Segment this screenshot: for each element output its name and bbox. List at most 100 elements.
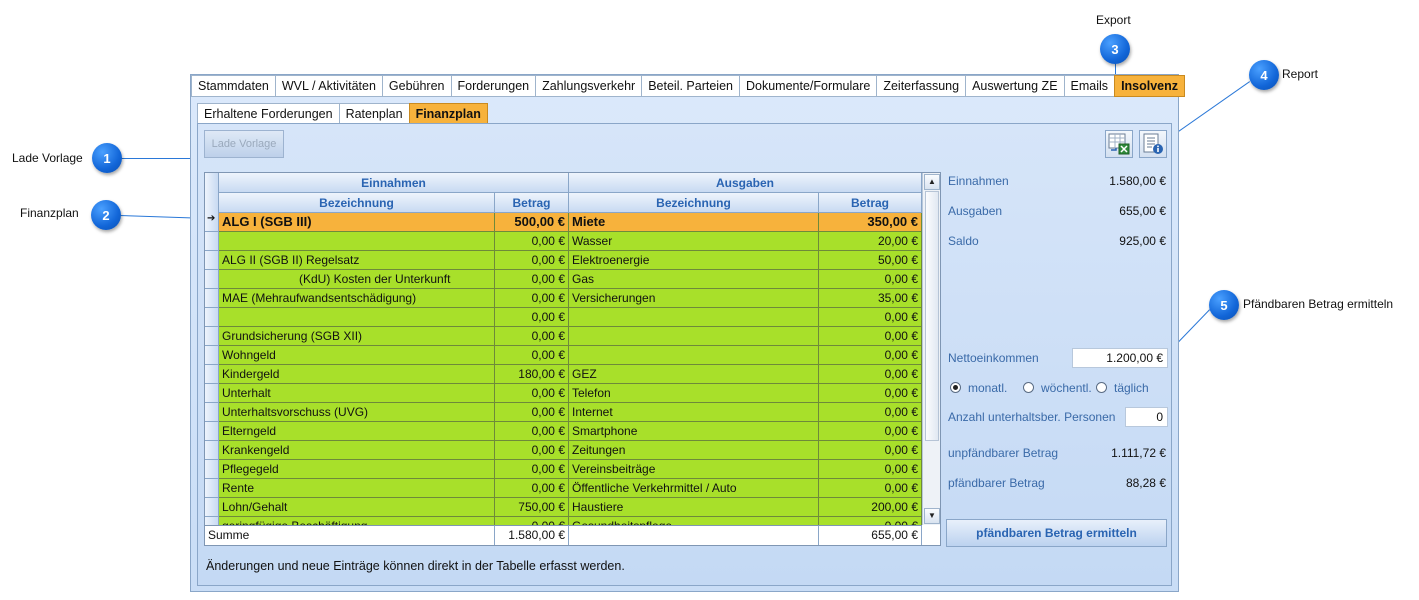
table-row[interactable]: MAE (Mehraufwandsentschädigung) 0,00 € Ver… [205, 289, 922, 308]
ausgaben-betrag-cell[interactable]: 0,00 € [819, 270, 922, 289]
ausgaben-betrag-cell[interactable]: 0,00 € [819, 460, 922, 479]
row-header[interactable] [205, 289, 219, 308]
tab-stammdaten[interactable]: Stammdaten [191, 75, 275, 97]
ausgaben-bezeichnung-cell[interactable] [569, 308, 819, 327]
row-header[interactable] [205, 460, 219, 479]
row-header[interactable] [205, 270, 219, 289]
ausgaben-betrag-cell[interactable]: 0,00 € [819, 346, 922, 365]
table-row[interactable]: Krankengeld 0,00 € Zeitungen 0,00 € [205, 441, 922, 460]
table-row[interactable]: Grundsicherung (SGB XII) 0,00 €0,00 € [205, 327, 922, 346]
tab-gebuehren[interactable]: Gebühren [381, 75, 451, 97]
table-row[interactable]: 0,00 € 0,00 € [205, 308, 922, 327]
row-header[interactable] [205, 232, 219, 251]
ausgaben-betrag-cell[interactable]: 0,00 € [819, 384, 922, 403]
ausgaben-bezeichnung-cell[interactable]: Zeitungen [569, 441, 819, 460]
table-row[interactable]: (KdU) Kosten der Unterkunft 0,00 € Gas 0,00… [205, 270, 922, 289]
ausgaben-bezeichnung-cell[interactable] [569, 327, 819, 346]
table-row[interactable]: Kindergeld 180,00 € GEZ 0,00 € [205, 365, 922, 384]
tab-wvl-aktivitaeten[interactable]: WVL / Aktivitäten [274, 75, 382, 97]
row-header[interactable] [205, 384, 219, 403]
einnahmen-betrag-cell[interactable]: 0,00 € [495, 403, 569, 422]
tab-auswertung-ze[interactable]: Auswertung ZE [965, 75, 1064, 97]
einnahmen-betrag-cell[interactable]: 0,00 € [495, 479, 569, 498]
einnahmen-betrag-cell[interactable]: 0,00 € [495, 460, 569, 479]
einnahmen-betrag-cell[interactable]: 0,00 € [495, 270, 569, 289]
tab-ratenplan[interactable]: Ratenplan [338, 103, 409, 125]
einnahmen-betrag-cell[interactable]: 0,00 € [495, 346, 569, 365]
tab-zeiterfassung[interactable]: Zeiterfassung [876, 75, 966, 97]
finanzplan-grid[interactable]: Einnahmen Ausgaben Bezeichnung Betrag Be… [204, 172, 941, 546]
ausgaben-bezeichnung-cell[interactable]: Miete [569, 213, 819, 232]
col-ausgaben-betrag[interactable]: Betrag [819, 193, 922, 213]
tab-erhaltene-forderungen[interactable]: Erhaltene Forderungen [197, 103, 339, 125]
einnahmen-bezeichnung-cell[interactable] [219, 232, 495, 251]
tab-beteil-parteien[interactable]: Beteil. Parteien [641, 75, 739, 97]
ausgaben-betrag-cell[interactable]: 0,00 € [819, 403, 922, 422]
einnahmen-bezeichnung-cell[interactable]: Wohngeld [219, 346, 495, 365]
row-header[interactable] [205, 498, 219, 517]
ausgaben-bezeichnung-cell[interactable]: Versicherungen [569, 289, 819, 308]
ausgaben-betrag-cell[interactable]: 0,00 € [819, 479, 922, 498]
ausgaben-betrag-cell[interactable]: 0,00 € [819, 422, 922, 441]
einnahmen-bezeichnung-cell[interactable]: Elterngeld [219, 422, 495, 441]
pfaendbaren-betrag-ermitteln-button[interactable]: pfändbaren Betrag ermitteln [946, 519, 1167, 547]
scroll-up-button[interactable]: ▲ [924, 174, 940, 190]
einnahmen-bezeichnung-cell[interactable]: ALG II (SGB II) Regelsatz [219, 251, 495, 270]
tab-emails[interactable]: Emails [1063, 75, 1115, 97]
table-row[interactable]: Rente 0,00 € Öffentliche Verkehrmittel / A… [205, 479, 922, 498]
einnahmen-bezeichnung-cell[interactable]: Kindergeld [219, 365, 495, 384]
table-row[interactable]: Lohn/Gehalt 750,00 € Haustiere 200,00 € [205, 498, 922, 517]
ausgaben-bezeichnung-cell[interactable]: Wasser [569, 232, 819, 251]
table-row[interactable]: Wohngeld 0,00 €0,00 € [205, 346, 922, 365]
radio-taeglich-label[interactable]: täglich [1114, 381, 1149, 395]
einnahmen-bezeichnung-cell[interactable]: ALG I (SGB III) [219, 213, 495, 232]
tab-insolvenz[interactable]: Insolvenz [1114, 75, 1186, 97]
einnahmen-betrag-cell[interactable]: 500,00 € [495, 213, 569, 232]
scroll-down-button[interactable]: ▼ [924, 508, 940, 524]
einnahmen-bezeichnung-cell[interactable]: Unterhaltsvorschuss (UVG) [219, 403, 495, 422]
ausgaben-bezeichnung-cell[interactable]: Vereinsbeiträge [569, 460, 819, 479]
einnahmen-betrag-cell[interactable]: 0,00 € [495, 232, 569, 251]
nettoeinkommen-input[interactable]: 1.200,00 € [1072, 348, 1168, 368]
ausgaben-betrag-cell[interactable]: 0,00 € [819, 308, 922, 327]
ausgaben-betrag-cell[interactable]: 0,00 € [819, 327, 922, 346]
row-header[interactable]: ➔ [205, 213, 219, 232]
tab-forderungen[interactable]: Forderungen [450, 75, 536, 97]
row-header[interactable] [205, 308, 219, 327]
radio-woechentl[interactable] [1023, 382, 1034, 393]
ausgaben-bezeichnung-cell[interactable]: Internet [569, 403, 819, 422]
table-row[interactable]: Unterhalt 0,00 € Telefon 0,00 € [205, 384, 922, 403]
radio-monatl[interactable] [950, 382, 961, 393]
table-row[interactable]: ALG II (SGB II) Regelsatz 0,00 € Elektroen… [205, 251, 922, 270]
einnahmen-betrag-cell[interactable]: 0,00 € [495, 289, 569, 308]
ausgaben-bezeichnung-cell[interactable] [569, 346, 819, 365]
ausgaben-bezeichnung-cell[interactable]: Öffentliche Verkehrmittel / Auto [569, 479, 819, 498]
lade-vorlage-button[interactable]: Lade Vorlage [204, 130, 284, 158]
einnahmen-betrag-cell[interactable]: 750,00 € [495, 498, 569, 517]
ausgaben-betrag-cell[interactable]: 50,00 € [819, 251, 922, 270]
ausgaben-betrag-cell[interactable]: 20,00 € [819, 232, 922, 251]
einnahmen-betrag-cell[interactable]: 0,00 € [495, 251, 569, 270]
radio-woechentl-label[interactable]: wöchentl. [1041, 381, 1092, 395]
table-row[interactable]: Elterngeld 0,00 € Smartphone 0,00 € [205, 422, 922, 441]
ausgaben-bezeichnung-cell[interactable]: Haustiere [569, 498, 819, 517]
ausgaben-bezeichnung-cell[interactable]: Gas [569, 270, 819, 289]
einnahmen-bezeichnung-cell[interactable]: Lohn/Gehalt [219, 498, 495, 517]
table-row[interactable]: 0,00 € Wasser 20,00 € [205, 232, 922, 251]
export-button[interactable] [1105, 130, 1133, 158]
row-header[interactable] [205, 365, 219, 384]
einnahmen-betrag-cell[interactable]: 0,00 € [495, 422, 569, 441]
einnahmen-bezeichnung-cell[interactable] [219, 308, 495, 327]
col-einnahmen-betrag[interactable]: Betrag [495, 193, 569, 213]
ausgaben-bezeichnung-cell[interactable]: Telefon [569, 384, 819, 403]
einnahmen-betrag-cell[interactable]: 180,00 € [495, 365, 569, 384]
ausgaben-betrag-cell[interactable]: 0,00 € [819, 365, 922, 384]
row-header[interactable] [205, 346, 219, 365]
ausgaben-bezeichnung-cell[interactable]: Smartphone [569, 422, 819, 441]
row-header[interactable] [205, 403, 219, 422]
table-row[interactable]: ➔ ALG I (SGB III) 500,00 € Miete 350,00 € [205, 213, 922, 232]
scroll-thumb[interactable] [925, 191, 939, 441]
report-button[interactable] [1139, 130, 1167, 158]
row-header[interactable] [205, 479, 219, 498]
einnahmen-bezeichnung-cell[interactable]: (KdU) Kosten der Unterkunft [219, 270, 495, 289]
